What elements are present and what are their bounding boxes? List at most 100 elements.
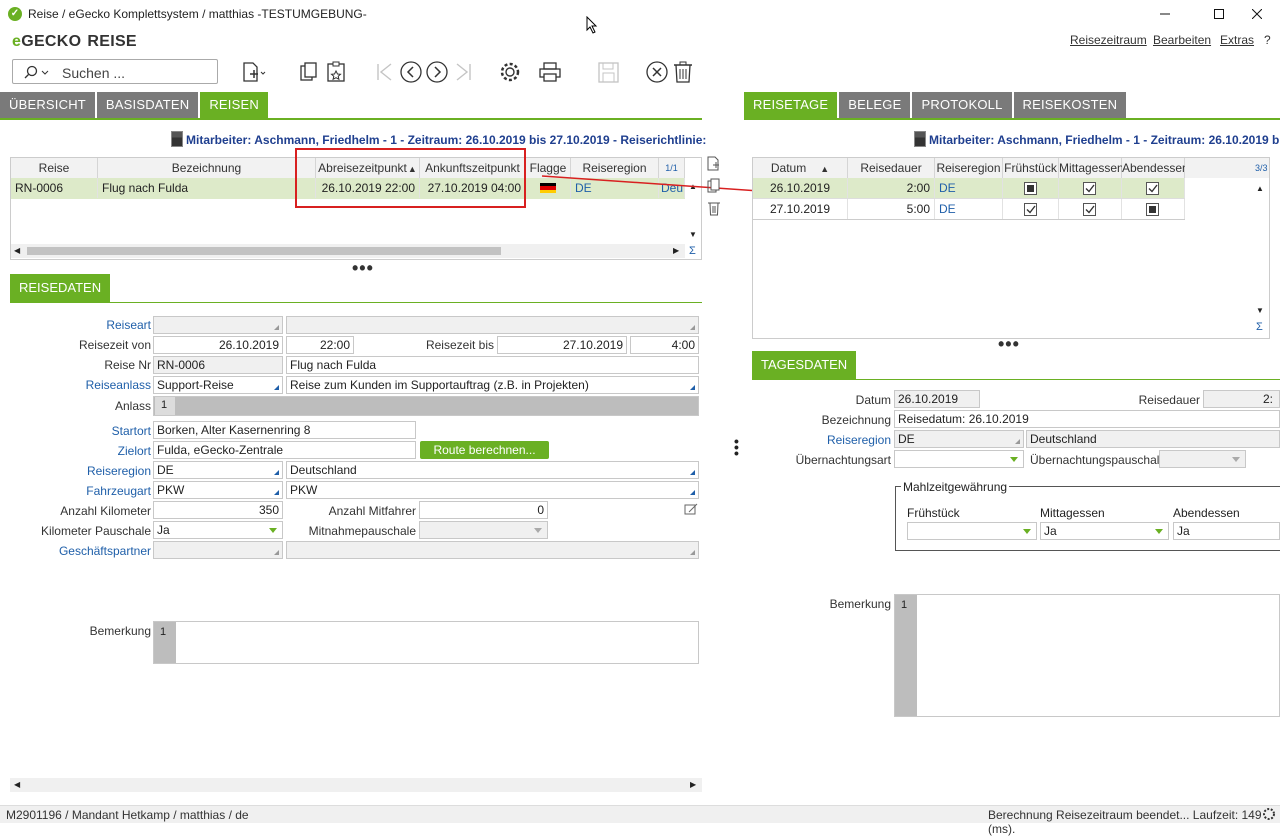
scroll-up-arrow[interactable]: ▲ [1256, 184, 1264, 193]
delete-button[interactable] [670, 60, 696, 84]
paste-button[interactable] [324, 60, 350, 84]
label-startort[interactable]: Startort [40, 424, 151, 438]
anlass-textarea[interactable]: 1 [153, 396, 699, 416]
settings-button[interactable] [498, 60, 524, 84]
scroll-down-arrow[interactable]: ▼ [1256, 306, 1264, 315]
abendessen-select[interactable]: Ja [1173, 522, 1280, 540]
menu-extras[interactable]: Extras [1220, 33, 1254, 47]
copy-row-button[interactable] [707, 178, 721, 194]
tab-reisetage[interactable]: REISETAGE [744, 92, 838, 118]
reiseanlass-text-field[interactable]: Reise zum Kunden im Supportauftrag (z.B.… [286, 376, 699, 394]
uebernachtungspauschale-select[interactable] [1159, 450, 1246, 468]
geschaeftspartner-text-field[interactable] [286, 541, 699, 559]
mittagessen-select[interactable]: Ja [1040, 522, 1169, 540]
col-reiseregion-tage[interactable]: Reiseregion [935, 158, 1003, 178]
label-reiseanlass[interactable]: Reiseanlass [40, 378, 151, 392]
scroll-down-arrow[interactable]: ▼ [689, 230, 697, 239]
app-icon: ✓ [8, 7, 22, 21]
tab-protokoll[interactable]: PROTOKOLL [912, 92, 1012, 118]
col-abendessen[interactable]: Abendessen [1122, 158, 1189, 178]
mitnahmepauschale-select[interactable] [419, 521, 548, 539]
tab-basisdaten[interactable]: BASISDATEN [96, 92, 199, 118]
reiseregion-tag-field[interactable]: DE [894, 430, 1024, 448]
fahrzeugart-text-field[interactable]: PKW [286, 481, 699, 499]
reiseanlass-field[interactable]: Support-Reise [153, 376, 283, 394]
horizontal-scrollbar[interactable]: ◀ ▶ [11, 244, 685, 258]
label-geschaeftspartner[interactable]: Geschäftspartner [40, 544, 151, 558]
fahrzeugart-field[interactable]: PKW [153, 481, 283, 499]
bemerkung-textarea[interactable]: 1 [153, 621, 699, 664]
left-horizontal-scrollbar[interactable]: ◀ ▶ [10, 778, 702, 792]
splitter-handle-right[interactable]: ••• [998, 335, 1020, 353]
sum-icon[interactable]: Σ [689, 245, 696, 257]
search-input[interactable]: Suchen ... [12, 59, 218, 84]
add-row-button[interactable] [707, 156, 721, 172]
uebernachtungsart-select[interactable] [894, 450, 1024, 468]
menu-bearbeiten[interactable]: Bearbeiten [1153, 33, 1211, 47]
tab-reisen[interactable]: REISEN [200, 92, 268, 118]
copy-button[interactable] [298, 60, 324, 84]
save-button[interactable] [596, 60, 622, 84]
tab-belege[interactable]: BELEGE [839, 92, 911, 118]
reiseregion-field[interactable]: DE [153, 461, 283, 479]
minimize-button[interactable] [1142, 0, 1188, 28]
col-mittagessen[interactable]: Mittagessen [1059, 158, 1124, 178]
fruehstueck-select[interactable] [907, 522, 1037, 540]
print-button[interactable] [538, 60, 564, 84]
startort-field[interactable]: Borken, Alter Kasernenring 8 [153, 421, 416, 439]
reisezeit-bis-date[interactable]: 27.10.2019 [497, 336, 627, 354]
col-fruehstueck[interactable]: Frühstück [1003, 158, 1059, 178]
reisezeit-von-time[interactable]: 22:00 [286, 336, 354, 354]
reisezeit-von-date[interactable]: 26.10.2019 [153, 336, 283, 354]
splitter-handle[interactable]: ••• [352, 259, 374, 277]
tab-uebersicht[interactable]: ÜBERSICHT [0, 92, 95, 118]
abendessen-checkbox[interactable] [1146, 203, 1159, 216]
abendessen-checkbox[interactable] [1146, 182, 1159, 195]
label-fahrzeugart[interactable]: Fahrzeugart [40, 484, 151, 498]
km-pauschale-select[interactable]: Ja [153, 521, 283, 539]
anzahl-mitfahrer-field[interactable]: 0 [419, 501, 548, 519]
first-icon [377, 63, 392, 81]
anzahl-km-field[interactable]: 350 [153, 501, 283, 519]
fruehstueck-checkbox[interactable] [1024, 182, 1037, 195]
new-document-button[interactable] [240, 60, 266, 84]
cancel-button[interactable] [644, 60, 670, 84]
delete-row-button[interactable] [707, 200, 721, 216]
table-row[interactable]: 26.10.2019 2:00 DE [753, 178, 1185, 199]
menu-help[interactable]: ? [1264, 33, 1271, 47]
mittagessen-checkbox[interactable] [1083, 182, 1096, 195]
add-document-icon [707, 156, 719, 171]
close-window-button[interactable] [1234, 0, 1280, 28]
col-reisedauer[interactable]: Reisedauer [848, 158, 935, 178]
mittagessen-checkbox[interactable] [1083, 203, 1096, 216]
col-bezeichnung[interactable]: Bezeichnung [98, 158, 316, 178]
table-row[interactable]: 27.10.2019 5:00 DE [753, 199, 1185, 220]
edit-note-button[interactable] [684, 503, 698, 516]
menu-reisezeitraum[interactable]: Reisezeitraum [1070, 33, 1147, 47]
reisezeit-bis-time[interactable]: 4:00 [630, 336, 699, 354]
reise-bezeichnung-field[interactable]: Flug nach Fulda [286, 356, 699, 374]
previous-record-button[interactable] [398, 60, 424, 84]
next-record-button[interactable] [424, 60, 450, 84]
col-reise[interactable]: Reise [11, 158, 98, 178]
label-reiseart[interactable]: Reiseart [40, 318, 151, 332]
reiseart-text-field[interactable] [286, 316, 699, 334]
label-bemerkung: Bemerkung [89, 624, 151, 638]
tab-reisekosten[interactable]: REISEKOSTEN [1013, 92, 1127, 118]
bezeichnung-field[interactable]: Reisedatum: 26.10.2019 [894, 410, 1280, 428]
reiseart-field[interactable] [153, 316, 283, 334]
label-reiseregion-tag[interactable]: Reiseregion [780, 433, 891, 447]
first-record-button[interactable] [372, 60, 398, 84]
last-record-button[interactable] [450, 60, 476, 84]
label-zielort[interactable]: Zielort [40, 444, 151, 458]
bemerkung-tag-textarea[interactable]: 1 [894, 594, 1280, 717]
reiseregion-text-field[interactable]: Deutschland [286, 461, 699, 479]
route-berechnen-button[interactable]: Route berechnen... [420, 441, 549, 459]
label-reiseregion[interactable]: Reiseregion [40, 464, 151, 478]
vertical-splitter-handle[interactable]: • • • [734, 434, 739, 460]
sum-icon[interactable]: Σ [1256, 321, 1263, 333]
fruehstueck-checkbox[interactable] [1024, 203, 1037, 216]
col-datum[interactable]: Datum ▲ [753, 158, 848, 178]
geschaeftspartner-field[interactable] [153, 541, 283, 559]
zielort-field[interactable]: Fulda, eGecko-Zentrale [153, 441, 416, 459]
